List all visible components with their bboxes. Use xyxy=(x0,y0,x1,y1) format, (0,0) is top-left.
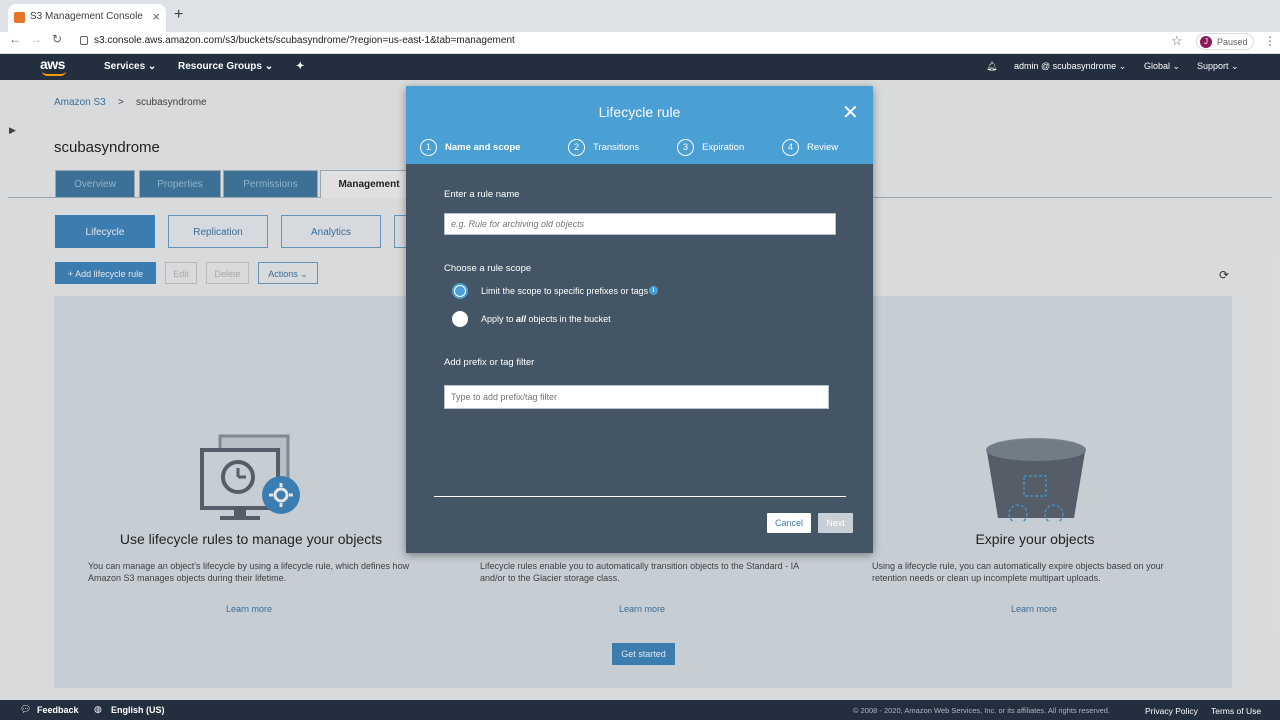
close-icon[interactable]: ✕ xyxy=(842,100,859,125)
terms-link[interactable]: Terms of Use xyxy=(1211,706,1261,716)
address-bar[interactable]: s3.console.aws.amazon.com/s3/buckets/scu… xyxy=(94,35,515,46)
bookmark-star-icon[interactable]: ☆ xyxy=(1171,33,1183,49)
resource-groups-menu[interactable]: Resource Groups ⌄ xyxy=(178,61,273,72)
reload-icon[interactable]: ↻ xyxy=(52,32,62,46)
scope-all-label: Apply to all objects in the bucket xyxy=(481,314,611,324)
scope-all-text-pre: Apply to xyxy=(481,314,517,324)
prefix-tag-filter-input[interactable] xyxy=(444,385,829,409)
browser-tab-title: S3 Management Console xyxy=(30,11,143,22)
step-4-number: 4 xyxy=(782,139,799,156)
scope-all-emphasis: all xyxy=(516,314,527,324)
aws-smile-icon xyxy=(42,71,66,76)
copyright: © 2008 - 2020, Amazon Web Services, Inc.… xyxy=(853,706,1111,715)
step-4-label: Review xyxy=(807,142,839,153)
profile-status: Paused xyxy=(1217,37,1248,47)
profile-button[interactable]: J Paused xyxy=(1196,33,1254,50)
next-button[interactable]: Next xyxy=(818,513,853,533)
pin-icon[interactable]: ✦ xyxy=(296,61,304,72)
rule-name-input[interactable] xyxy=(444,213,836,235)
account-menu[interactable]: admin @ scubasyndrome ⌄ xyxy=(1014,61,1126,72)
support-label: Support xyxy=(1197,61,1229,71)
browser-tab[interactable]: S3 Management Console × xyxy=(8,4,166,32)
language-selector[interactable]: English (US) xyxy=(111,705,165,715)
region-label: Global xyxy=(1144,61,1171,71)
region-menu[interactable]: Global ⌄ xyxy=(1144,61,1180,72)
info-icon[interactable]: i xyxy=(649,286,658,295)
forward-icon[interactable]: → xyxy=(30,32,42,46)
step-3-number: 3 xyxy=(677,139,694,156)
services-menu[interactable]: Services ⌄ xyxy=(104,61,156,72)
filter-label: Add prefix or tag filter xyxy=(444,357,535,368)
scope-prefix-label: Limit the scope to specific prefixes or … xyxy=(481,286,649,296)
browser-menu-icon[interactable]: ⋮ xyxy=(1264,34,1276,48)
privacy-link[interactable]: Privacy Policy xyxy=(1145,706,1198,716)
scope-all-text-post: objects in the bucket xyxy=(526,314,611,324)
lock-icon xyxy=(80,36,88,45)
feedback-icon[interactable]: 💬︎ xyxy=(20,704,31,715)
aws-logo[interactable]: aws xyxy=(40,56,65,72)
scope-prefix-radio[interactable] xyxy=(452,283,468,299)
services-label: Services xyxy=(104,61,146,72)
cancel-button[interactable]: Cancel xyxy=(767,513,811,533)
s3-favicon-icon xyxy=(14,12,25,23)
account-label: admin @ scubasyndrome xyxy=(1014,61,1117,71)
step-2-label: Transitions xyxy=(593,142,640,153)
step-3-label: Expiration xyxy=(702,142,745,153)
scope-all-radio[interactable] xyxy=(452,311,468,327)
resource-groups-label: Resource Groups xyxy=(178,61,262,72)
avatar: J xyxy=(1200,36,1212,48)
step-1-number: 1 xyxy=(420,139,437,156)
modal-divider xyxy=(434,496,846,497)
modal-title: Lifecycle rule xyxy=(598,104,681,120)
step-1-label: Name and scope xyxy=(445,142,521,153)
back-icon[interactable]: ← xyxy=(9,32,21,46)
browser-tabstrip xyxy=(0,0,1280,32)
globe-icon: ◍ xyxy=(94,704,102,714)
step-2-number: 2 xyxy=(568,139,585,156)
footer: 💬︎ Feedback ◍ English (US) © 2008 - 2020… xyxy=(0,700,1280,720)
rule-name-label: Enter a rule name xyxy=(444,189,520,200)
support-menu[interactable]: Support ⌄ xyxy=(1197,61,1239,72)
feedback-link[interactable]: Feedback xyxy=(37,705,79,715)
new-tab-icon[interactable]: + xyxy=(174,6,183,24)
bell-icon[interactable]: 🔔︎ xyxy=(986,61,997,72)
close-tab-icon[interactable]: × xyxy=(152,9,160,24)
scope-label: Choose a rule scope xyxy=(444,263,532,274)
